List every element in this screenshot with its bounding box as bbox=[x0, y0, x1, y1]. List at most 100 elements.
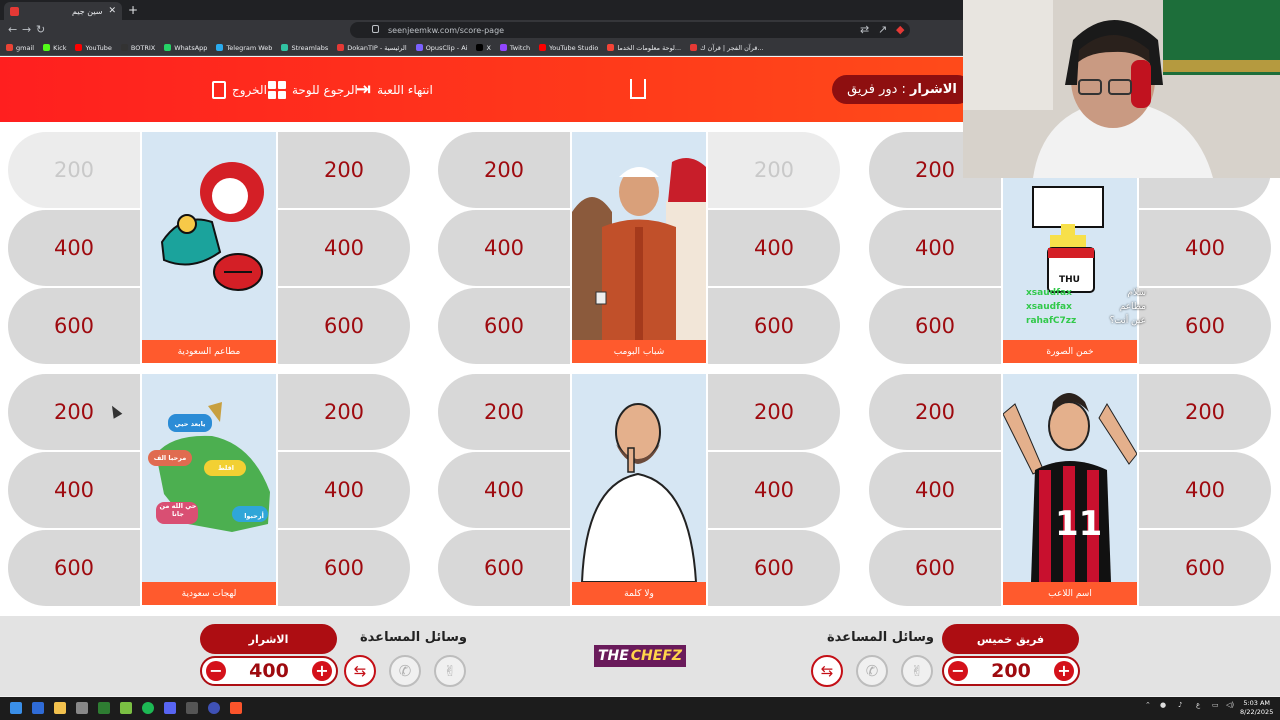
bookmark-label: DokanTIP - الرئيسية bbox=[347, 43, 407, 52]
category-title: خمن الصورة bbox=[1003, 340, 1137, 363]
question-value-left[interactable]: 200 bbox=[438, 132, 570, 208]
question-value-right[interactable]: 200 bbox=[1139, 374, 1271, 450]
question-value-left[interactable]: 200 bbox=[438, 374, 570, 450]
volume-icon[interactable]: ◁) bbox=[1226, 701, 1234, 709]
network-icon[interactable]: ▭ bbox=[1212, 701, 1219, 709]
bookmark-label: YouTube Studio bbox=[549, 43, 599, 52]
search-app-icon[interactable] bbox=[32, 702, 44, 714]
forward-icon[interactable]: → bbox=[22, 23, 31, 36]
question-value-left[interactable]: 600 bbox=[869, 530, 1001, 606]
keyboard-language-icon[interactable]: ع bbox=[1196, 701, 1200, 709]
store-icon[interactable] bbox=[76, 702, 88, 714]
bookmark-item[interactable]: BOTRIX bbox=[120, 43, 156, 52]
question-value-left[interactable]: 600 bbox=[869, 288, 1001, 364]
close-tab-icon[interactable]: ✕ bbox=[108, 6, 116, 16]
back-to-board-label: الرجوع للوحة bbox=[292, 83, 358, 97]
question-value-left[interactable]: 200 bbox=[869, 374, 1001, 450]
question-value-left[interactable]: 400 bbox=[8, 452, 140, 528]
left-two-answers-aid-icon[interactable]: ✌ bbox=[434, 655, 466, 687]
app-icon[interactable] bbox=[120, 702, 132, 714]
right-swap-aid-icon[interactable]: ⇆ bbox=[811, 655, 843, 687]
address-bar[interactable]: seenjeemkw.com/score-page bbox=[350, 22, 910, 38]
category-illustration bbox=[572, 374, 706, 583]
clock-date: 8/22/2025 bbox=[1240, 708, 1274, 716]
bookmark-item[interactable]: gmail bbox=[6, 44, 34, 52]
question-value-left[interactable]: 600 bbox=[8, 288, 140, 364]
right-plus-button[interactable]: + bbox=[1053, 661, 1074, 681]
xbox-icon[interactable] bbox=[98, 702, 110, 714]
question-value-left[interactable]: 600 bbox=[438, 288, 570, 364]
question-value-right[interactable]: 400 bbox=[278, 210, 410, 286]
question-value-right[interactable]: 600 bbox=[278, 288, 410, 364]
question-value-right[interactable]: 400 bbox=[708, 210, 840, 286]
left-team-name: الاشرار bbox=[200, 624, 337, 654]
bookmark-item[interactable]: لوحة معلومات الخدما... bbox=[607, 44, 681, 52]
question-value-left[interactable]: 400 bbox=[438, 452, 570, 528]
right-minus-button[interactable]: − bbox=[948, 661, 968, 681]
question-value-left[interactable]: 400 bbox=[869, 210, 1001, 286]
question-value-right[interactable]: 400 bbox=[1139, 452, 1271, 528]
bookmark-item[interactable]: Twitch bbox=[499, 44, 530, 52]
file-explorer-icon[interactable] bbox=[54, 702, 66, 714]
back-to-board-button[interactable]: الرجوع للوحة bbox=[268, 81, 358, 99]
brave-browser-icon[interactable] bbox=[230, 702, 242, 714]
left-call-aid-icon[interactable]: ✆ bbox=[389, 655, 421, 687]
bookmark-item[interactable]: Telegram Web bbox=[216, 44, 272, 52]
discord-icon[interactable] bbox=[164, 702, 176, 714]
bookmark-item[interactable]: Streamlabs bbox=[281, 44, 328, 52]
bookmark-label: BOTRIX bbox=[130, 43, 156, 52]
question-value-right[interactable]: 200 bbox=[278, 374, 410, 450]
question-board: 200 200 400 400 600 600 مطاعم السعودية 200 200 40… bbox=[0, 122, 1280, 616]
exit-button[interactable]: الخروج bbox=[212, 81, 267, 99]
question-value-right[interactable]: 600 bbox=[1139, 288, 1271, 364]
start-menu-icon[interactable] bbox=[10, 702, 22, 714]
bookmark-item[interactable]: YouTube bbox=[75, 44, 112, 52]
bookmark-item[interactable]: Kick bbox=[43, 44, 66, 52]
question-value-right[interactable]: 200 bbox=[708, 374, 840, 450]
bookmark-item[interactable]: X bbox=[476, 44, 491, 52]
brave-shield-icon[interactable]: ◆ bbox=[896, 23, 904, 36]
sponsor-logo: THE CHEFZ bbox=[594, 645, 686, 667]
translate-icon[interactable]: ⇄ bbox=[860, 23, 869, 36]
back-icon[interactable]: ← bbox=[8, 23, 17, 36]
right-two-answers-aid-icon[interactable]: ✌ bbox=[901, 655, 933, 687]
question-value-right[interactable]: 600 bbox=[708, 288, 840, 364]
bookmark-item[interactable]: قرآن الفجر | قرآن ك... bbox=[690, 44, 764, 52]
question-value-left[interactable]: 400 bbox=[8, 210, 140, 286]
question-value-left[interactable]: 600 bbox=[438, 530, 570, 606]
question-value-left[interactable]: 600 bbox=[8, 530, 140, 606]
system-clock[interactable]: 5:03 AM 8/22/2025 bbox=[1240, 699, 1273, 717]
site-info-icon[interactable] bbox=[372, 25, 379, 33]
left-minus-button[interactable]: − bbox=[206, 661, 226, 681]
question-value-right[interactable]: 400 bbox=[1139, 210, 1271, 286]
question-value-left[interactable]: 400 bbox=[438, 210, 570, 286]
chat-text: سلام bbox=[1127, 288, 1146, 298]
browser-tab[interactable]: سين جيم ✕ bbox=[4, 2, 122, 20]
tray-chevron-icon[interactable]: ⌃ bbox=[1145, 701, 1151, 709]
share-icon[interactable]: ↗ bbox=[878, 23, 887, 36]
bookmark-favicon-icon bbox=[216, 44, 224, 51]
new-tab-icon[interactable]: + bbox=[128, 3, 138, 17]
left-swap-aid-icon[interactable]: ⇆ bbox=[344, 655, 376, 687]
question-value-right[interactable]: 400 bbox=[708, 452, 840, 528]
tray-app-icon[interactable]: ● bbox=[1160, 701, 1166, 709]
left-plus-button[interactable]: + bbox=[311, 661, 332, 681]
end-game-button[interactable]: ⇥ انتهاء اللعبة bbox=[356, 81, 433, 99]
question-value-right[interactable]: 200 bbox=[278, 132, 410, 208]
bookmark-item[interactable]: WhatsApp bbox=[164, 44, 207, 52]
spotify-icon[interactable] bbox=[142, 702, 154, 714]
app-icon-2[interactable] bbox=[208, 702, 220, 714]
question-value-left[interactable]: 400 bbox=[869, 452, 1001, 528]
microphone-icon[interactable]: ♪ bbox=[1178, 701, 1182, 709]
question-value-right[interactable]: 600 bbox=[708, 530, 840, 606]
bookmark-item[interactable]: YouTube Studio bbox=[539, 44, 598, 52]
question-value-right[interactable]: 400 bbox=[278, 452, 410, 528]
bookmark-item[interactable]: DokanTIP - الرئيسية bbox=[337, 43, 407, 52]
obs-icon[interactable] bbox=[186, 702, 198, 714]
bookmark-item[interactable]: OpusClip - Ai bbox=[415, 44, 467, 52]
question-value-right[interactable]: 600 bbox=[1139, 530, 1271, 606]
streamer-webcam bbox=[963, 0, 1280, 178]
question-value-right[interactable]: 600 bbox=[278, 530, 410, 606]
reload-icon[interactable]: ↻ bbox=[36, 23, 45, 36]
right-call-aid-icon[interactable]: ✆ bbox=[856, 655, 888, 687]
